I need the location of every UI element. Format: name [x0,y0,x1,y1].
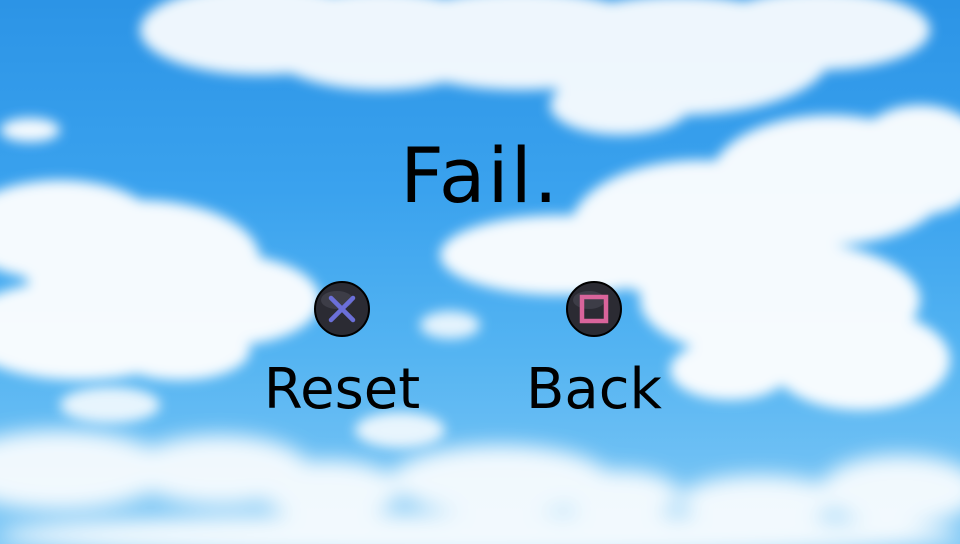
cloud-top [140,0,930,135]
back-action[interactable]: Back [494,280,694,418]
reset-label: Reset [263,357,421,422]
fail-title: Fail. [400,131,560,220]
cross-button-icon[interactable] [313,280,371,338]
reset-action[interactable]: Reset [242,280,442,418]
back-label: Back [526,357,662,422]
square-button-icon[interactable] [565,280,623,338]
cloud-background [0,0,960,544]
cloud-bottom [0,430,960,544]
fail-screen: Fail. Reset Back [0,0,960,544]
